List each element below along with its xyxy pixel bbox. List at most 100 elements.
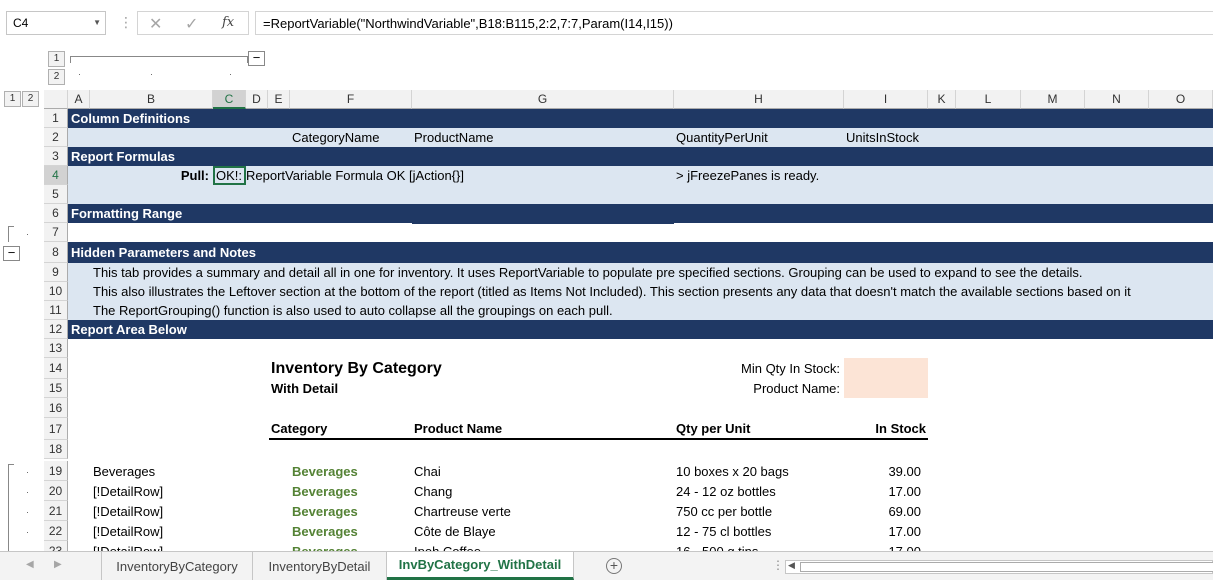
section-title[interactable]: Hidden Parameters and Notes bbox=[71, 242, 256, 263]
row-header[interactable]: 22 bbox=[44, 521, 68, 541]
scrollbar-thumb[interactable] bbox=[800, 562, 1213, 572]
column-header-d[interactable]: D bbox=[246, 90, 268, 109]
column-header-i[interactable]: I bbox=[844, 90, 928, 109]
section-title[interactable]: Formatting Range bbox=[71, 204, 182, 223]
worksheet-grid[interactable]: 1 Column Definitions 2 CategoryName Prod… bbox=[0, 109, 1213, 551]
row-header[interactable]: 23 bbox=[44, 541, 68, 551]
column-header-f[interactable]: F bbox=[290, 90, 412, 109]
cell-qty[interactable]: 10 boxes x 20 bags bbox=[676, 461, 789, 481]
column-header-g[interactable]: G bbox=[412, 90, 674, 109]
row-header[interactable]: 14 bbox=[44, 358, 68, 379]
cancel-icon[interactable]: ✕ bbox=[149, 14, 162, 34]
tab-invbycategory-withdetail[interactable]: InvByCategory_WithDetail bbox=[387, 552, 574, 580]
name-box[interactable]: C4 ▼ bbox=[6, 11, 106, 35]
note-text[interactable]: The ReportGrouping() function is also us… bbox=[93, 301, 613, 320]
row-header[interactable]: 11 bbox=[44, 301, 68, 320]
row-header[interactable]: 16 bbox=[44, 398, 68, 418]
scroll-left-icon[interactable]: ◀ bbox=[788, 560, 795, 571]
row-header[interactable]: 20 bbox=[44, 481, 68, 501]
column-header-b[interactable]: B bbox=[90, 90, 213, 109]
cell-product[interactable]: Chartreuse verte bbox=[414, 501, 511, 521]
cell-c4-selected[interactable]: OK!: bbox=[213, 166, 246, 185]
cell-stock[interactable]: 17.00 bbox=[843, 521, 921, 541]
column-outline-level-1[interactable]: 1 bbox=[48, 51, 65, 67]
cell-b[interactable]: [!DetailRow] bbox=[93, 501, 163, 521]
column-group-collapse-button[interactable]: − bbox=[248, 51, 265, 66]
cell-category[interactable]: Beverages bbox=[292, 541, 358, 552]
row-header[interactable]: 8 bbox=[44, 242, 68, 263]
cell-stock[interactable]: 39.00 bbox=[843, 461, 921, 481]
cell-b[interactable]: Beverages bbox=[93, 461, 155, 481]
chevron-down-icon[interactable]: ▼ bbox=[93, 18, 101, 27]
row-header[interactable]: 5 bbox=[44, 185, 68, 204]
section-title[interactable]: Report Area Below bbox=[71, 320, 187, 339]
row-header[interactable]: 17 bbox=[44, 418, 68, 440]
column-header-e[interactable]: E bbox=[268, 90, 290, 109]
cell-b[interactable]: [!DetailRow] bbox=[93, 541, 163, 552]
horizontal-scrollbar[interactable]: ◀ bbox=[785, 560, 1213, 574]
report-title[interactable]: Inventory By Category bbox=[271, 358, 442, 379]
row-group-collapse-button[interactable]: − bbox=[3, 246, 20, 261]
cell-h2[interactable]: QuantityPerUnit bbox=[676, 128, 768, 147]
column-header-l[interactable]: L bbox=[956, 90, 1021, 109]
section-title[interactable]: Column Definitions bbox=[71, 109, 190, 128]
row-header[interactable]: 18 bbox=[44, 440, 68, 459]
row-header[interactable]: 9 bbox=[44, 263, 68, 282]
cell-stock[interactable]: 69.00 bbox=[843, 501, 921, 521]
column-header-k[interactable]: K bbox=[928, 90, 956, 109]
cell-b4[interactable]: Pull: bbox=[90, 166, 211, 185]
row-header[interactable]: 21 bbox=[44, 501, 68, 521]
column-header-c[interactable]: C bbox=[213, 90, 246, 109]
row-header[interactable]: 7 bbox=[44, 223, 68, 242]
cell-product[interactable]: Chang bbox=[414, 481, 452, 501]
cell-d4[interactable]: ReportVariable Formula OK [jAction{}] bbox=[246, 166, 464, 185]
cell-qty[interactable]: 12 - 75 cl bottles bbox=[676, 521, 771, 541]
column-header-h[interactable]: H bbox=[674, 90, 844, 109]
row-header[interactable]: 13 bbox=[44, 339, 68, 358]
report-subtitle[interactable]: With Detail bbox=[271, 379, 338, 398]
note-text[interactable]: This tab provides a summary and detail a… bbox=[93, 263, 1083, 282]
tab-inventorybycategory[interactable]: InventoryByCategory bbox=[101, 552, 253, 580]
scroll-tabs-left-icon[interactable]: ◀ bbox=[26, 559, 34, 570]
header-qty-per-unit[interactable]: Qty per Unit bbox=[673, 418, 843, 440]
cell-g2[interactable]: ProductName bbox=[414, 128, 493, 147]
product-name-input[interactable] bbox=[844, 379, 928, 398]
row-header[interactable]: 2 bbox=[44, 128, 68, 147]
formula-input[interactable]: =ReportVariable("NorthwindVariable",B18:… bbox=[255, 11, 1213, 35]
cell-b[interactable]: [!DetailRow] bbox=[93, 481, 163, 501]
cell-category[interactable]: Beverages bbox=[292, 481, 358, 501]
select-all-corner[interactable] bbox=[44, 90, 68, 109]
cell-category[interactable]: Beverages bbox=[292, 461, 358, 481]
min-qty-input[interactable] bbox=[844, 358, 928, 379]
row-header[interactable]: 10 bbox=[44, 282, 68, 301]
column-outline-level-2[interactable]: 2 bbox=[48, 69, 65, 85]
cell-stock[interactable]: 17.00 bbox=[843, 541, 921, 552]
row-header[interactable]: 3 bbox=[44, 147, 68, 166]
cell-h4[interactable]: > jFreezePanes is ready. bbox=[676, 166, 819, 185]
note-text[interactable]: This also illustrates the Leftover secti… bbox=[93, 282, 1131, 301]
cell-i2[interactable]: UnitsInStock bbox=[846, 128, 919, 147]
cell-category[interactable]: Beverages bbox=[292, 501, 358, 521]
cell-product[interactable]: Chai bbox=[414, 461, 441, 481]
column-header-o[interactable]: O bbox=[1149, 90, 1213, 109]
cell-product[interactable]: Côte de Blaye bbox=[414, 521, 496, 541]
row-header[interactable]: 1 bbox=[44, 109, 68, 128]
add-sheet-icon[interactable]: + bbox=[606, 558, 622, 574]
drag-handle-icon[interactable]: ⋮ bbox=[119, 14, 133, 31]
cell-qty[interactable]: 24 - 12 oz bottles bbox=[676, 481, 776, 501]
cell-f2[interactable]: CategoryName bbox=[292, 128, 379, 147]
header-in-stock[interactable]: In Stock bbox=[843, 418, 928, 440]
enter-icon[interactable]: ✓ bbox=[185, 14, 198, 34]
section-title[interactable]: Report Formulas bbox=[71, 147, 175, 166]
row-header[interactable]: 19 bbox=[44, 461, 68, 481]
cell-b[interactable]: [!DetailRow] bbox=[93, 521, 163, 541]
column-header-n[interactable]: N bbox=[1085, 90, 1149, 109]
tab-splitter-icon[interactable]: ⋮ bbox=[772, 558, 784, 572]
column-header-m[interactable]: M bbox=[1021, 90, 1085, 109]
cell-product[interactable]: Ipoh Coffee bbox=[414, 541, 481, 552]
cell-category[interactable]: Beverages bbox=[292, 521, 358, 541]
header-category[interactable]: Category bbox=[269, 418, 411, 440]
cell-stock[interactable]: 17.00 bbox=[843, 481, 921, 501]
row-header[interactable]: 15 bbox=[44, 379, 68, 398]
tab-inventorybydetail[interactable]: InventoryByDetail bbox=[253, 552, 387, 580]
